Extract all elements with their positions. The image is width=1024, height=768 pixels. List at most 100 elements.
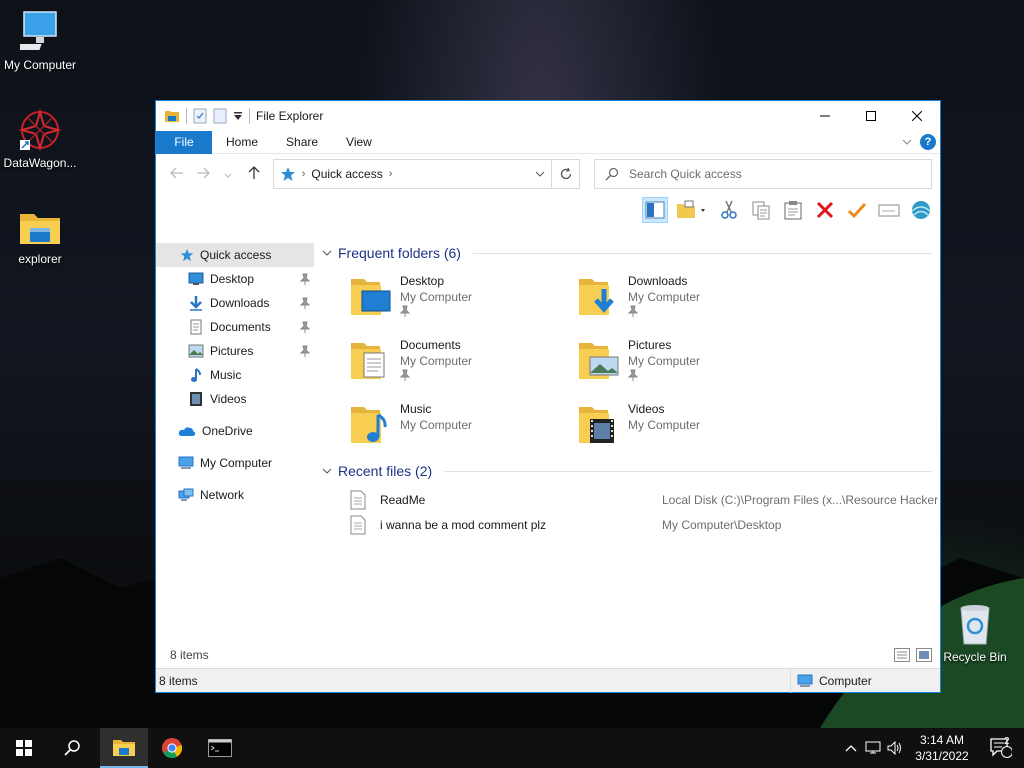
- sidebar-item-network[interactable]: Network: [156, 483, 314, 507]
- search-icon: [64, 740, 80, 756]
- breadcrumb-chevron-icon[interactable]: ›: [389, 168, 393, 180]
- tab-share[interactable]: Share: [272, 131, 332, 154]
- status-bar: 8 items Computer: [156, 668, 940, 693]
- sidebar-item-quick-access[interactable]: Quick access: [156, 243, 314, 267]
- recent-files-header[interactable]: Recent files (2): [322, 459, 940, 483]
- desktop-icon-explorer[interactable]: explorer: [0, 208, 80, 266]
- desktop-icon-recycle-bin[interactable]: Recycle Bin: [935, 602, 1015, 664]
- search-box[interactable]: Search Quick access: [593, 159, 932, 189]
- taskbar-terminal[interactable]: [196, 728, 244, 768]
- sidebar-item-documents[interactable]: Documents: [156, 315, 314, 339]
- refresh-button[interactable]: [552, 159, 580, 189]
- chevron-down-icon: [322, 250, 332, 256]
- qat-separator: [249, 108, 250, 124]
- help-icon[interactable]: ?: [920, 134, 936, 150]
- maximize-button[interactable]: [848, 101, 894, 131]
- start-button[interactable]: [0, 728, 48, 768]
- action-center-button[interactable]: 2: [978, 736, 1024, 758]
- desktop-icon-datawagon[interactable]: DataWagon...: [0, 108, 80, 170]
- folder-tile-desktop[interactable]: Desktop My Computer: [350, 271, 578, 323]
- new-folder-button[interactable]: [674, 197, 710, 223]
- desktop-icon-my-computer[interactable]: My Computer: [0, 10, 80, 72]
- folder-tile-pictures[interactable]: Pictures My Computer: [578, 335, 806, 387]
- documents-icon: [190, 319, 202, 335]
- tab-file[interactable]: File: [156, 130, 212, 154]
- file-explorer-icon: [113, 740, 135, 756]
- network-shell-button[interactable]: [908, 197, 934, 223]
- sidebar-item-label: Documents: [210, 320, 271, 334]
- back-button[interactable]: [164, 166, 190, 182]
- address-bar[interactable]: › Quick access ›: [272, 159, 553, 189]
- breadcrumb-chevron-icon[interactable]: ›: [302, 168, 306, 180]
- sidebar-item-music[interactable]: Music: [156, 363, 314, 387]
- tab-view[interactable]: View: [332, 131, 386, 154]
- item-count: 8 items: [159, 673, 198, 688]
- computer-icon: [178, 456, 194, 469]
- list-item[interactable]: i wanna be a mod comment plz My Computer…: [350, 512, 940, 537]
- documents-folder-icon: [351, 343, 385, 379]
- minimize-button[interactable]: [802, 101, 848, 131]
- list-item[interactable]: ReadMe Local Disk (C:)\Program Files (x.…: [350, 487, 940, 512]
- customize-qat-icon[interactable]: [233, 111, 243, 121]
- monitor-icon: [20, 11, 57, 50]
- taskbar-clock[interactable]: 3:14 AM 3/31/2022: [906, 732, 978, 764]
- details-pane-button[interactable]: [642, 197, 668, 223]
- sidebar-item-my-computer[interactable]: My Computer: [156, 451, 314, 475]
- file-path: Local Disk (C:)\Program Files (x...\Reso…: [662, 492, 939, 507]
- clock-time: 3:14 AM: [919, 733, 965, 747]
- desktop-icon-label: DataWagon...: [3, 156, 77, 170]
- expand-ribbon-icon[interactable]: [902, 138, 912, 146]
- sidebar-item-pictures[interactable]: Pictures: [156, 339, 314, 363]
- copy-button[interactable]: [748, 197, 774, 223]
- address-location[interactable]: Quick access: [311, 167, 382, 181]
- delete-button[interactable]: [812, 197, 838, 223]
- taskbar-file-explorer[interactable]: [100, 728, 148, 768]
- volume-tray-button[interactable]: [884, 741, 906, 755]
- recent-locations-button[interactable]: [215, 166, 241, 182]
- sidebar-item-downloads[interactable]: Downloads: [156, 291, 314, 315]
- explorer-body: Quick access Desktop Downloads Documents…: [156, 239, 940, 668]
- taskbar-chrome[interactable]: [148, 728, 196, 768]
- up-button[interactable]: [241, 165, 267, 183]
- folder-name: Downloads: [628, 274, 688, 288]
- sidebar-item-desktop[interactable]: Desktop: [156, 267, 314, 291]
- search-input[interactable]: Search Quick access: [629, 167, 742, 181]
- address-dropdown-icon[interactable]: [535, 171, 545, 177]
- downloads-folder-icon: [579, 279, 614, 315]
- pin-icon: [399, 369, 411, 381]
- rename-button[interactable]: [876, 197, 902, 223]
- large-icons-view-icon[interactable]: [916, 648, 932, 662]
- paste-button[interactable]: [780, 197, 806, 223]
- folder-tile-music[interactable]: Music My Computer: [350, 399, 578, 451]
- details-view-icon[interactable]: [894, 648, 910, 662]
- cloud-icon: [178, 427, 196, 436]
- confirm-button[interactable]: [844, 197, 870, 223]
- navigation-pane: Quick access Desktop Downloads Documents…: [156, 239, 314, 668]
- recycle-bin-icon: [960, 605, 990, 645]
- frequent-folders-header[interactable]: Frequent folders (6): [322, 241, 940, 265]
- sidebar-item-label: Pictures: [210, 344, 254, 358]
- title-bar[interactable]: File Explorer: [156, 101, 940, 131]
- folder-name: Music: [400, 402, 432, 416]
- properties-icon[interactable]: [193, 108, 207, 124]
- sidebar-item-videos[interactable]: Videos: [156, 387, 314, 411]
- search-button[interactable]: [48, 728, 96, 768]
- folder-tile-documents[interactable]: Documents My Computer: [350, 335, 578, 387]
- desktop-icon: [188, 272, 204, 285]
- windows-logo-icon: [16, 740, 32, 756]
- folder-tile-downloads[interactable]: Downloads My Computer: [578, 271, 806, 323]
- sidebar-item-onedrive[interactable]: OneDrive: [156, 419, 314, 443]
- folder-name: Pictures: [628, 338, 672, 352]
- folder-location: My Computer: [400, 354, 473, 368]
- network-tray-button[interactable]: [862, 741, 884, 755]
- cut-button[interactable]: [716, 197, 742, 223]
- show-hidden-icons-button[interactable]: [840, 744, 862, 752]
- pin-icon: [627, 305, 639, 317]
- chevron-down-icon: [224, 173, 232, 178]
- videos-icon: [190, 392, 202, 406]
- close-button[interactable]: [894, 101, 940, 131]
- tab-home[interactable]: Home: [212, 131, 272, 154]
- folder-tile-videos[interactable]: Videos My Computer: [578, 399, 806, 451]
- forward-button[interactable]: [190, 166, 216, 182]
- new-folder-qat-icon[interactable]: [213, 108, 227, 124]
